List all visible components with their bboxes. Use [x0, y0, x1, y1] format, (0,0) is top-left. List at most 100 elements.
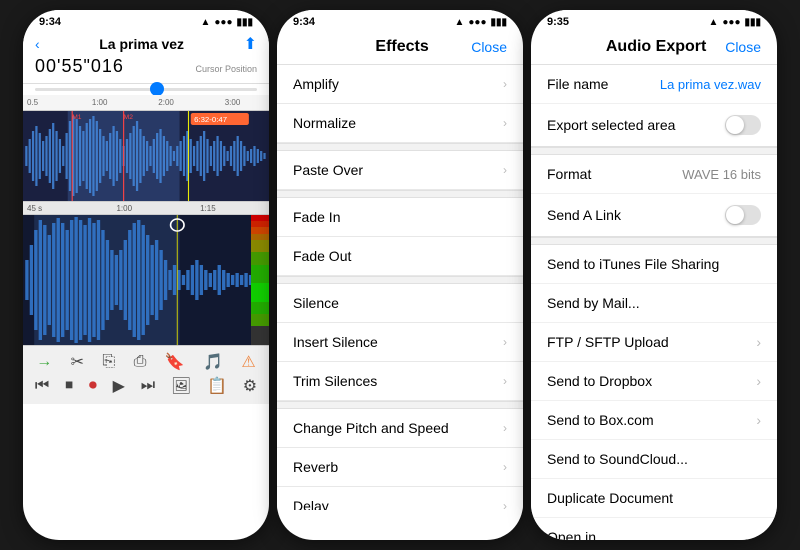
reverb-label: Reverb — [293, 459, 338, 475]
export-selected-toggle[interactable] — [725, 115, 761, 135]
export-close-button[interactable]: Close — [725, 39, 761, 55]
waveform-overview[interactable]: M1 M2 6:32-0:47 — [23, 111, 269, 201]
status-time-3: 9:35 — [547, 16, 569, 28]
effects-item-insert-silence[interactable]: Insert Silence › — [277, 323, 523, 362]
send-link-toggle[interactable] — [725, 205, 761, 225]
wifi-icon-3: ▲ — [708, 17, 718, 28]
ruler2-mark-1: 1:00 — [116, 204, 132, 213]
amplify-chevron: › — [503, 77, 507, 91]
effects-item-delay[interactable]: Delay › — [277, 487, 523, 510]
battery-icon-2: ▮▮▮ — [490, 17, 507, 28]
effects-item-amplify[interactable]: Amplify › — [277, 65, 523, 104]
list-icon[interactable]: 📋 — [207, 376, 227, 396]
action-ftp-chevron: › — [756, 334, 761, 350]
action-mail[interactable]: Send by Mail... — [531, 284, 777, 323]
status-icons-2: ▲ ●●● ▮▮▮ — [454, 17, 507, 28]
reverb-chevron: › — [503, 460, 507, 474]
effects-divider-4 — [277, 401, 523, 409]
action-dropbox-chevron: › — [756, 373, 761, 389]
ruler-mark-1: 1:00 — [92, 98, 108, 107]
action-soundcloud[interactable]: Send to SoundCloud... — [531, 440, 777, 479]
ruler2-mark-2: 1:15 — [200, 204, 216, 213]
status-bar-1: 9:34 ▲ ●●● ▮▮▮ — [23, 10, 269, 30]
cut-icon[interactable]: ✂ — [71, 352, 84, 372]
effects-item-fade-out[interactable]: Fade Out — [277, 237, 523, 276]
editor-title: La prima vez — [99, 36, 184, 52]
play-icon[interactable]: ▶ — [113, 376, 125, 396]
effects-item-change-pitch[interactable]: Change Pitch and Speed › — [277, 409, 523, 448]
ruler2-mark-0: 45 s — [27, 204, 42, 213]
delay-chevron: › — [503, 499, 507, 510]
signal-icon-3: ●●● — [722, 17, 740, 28]
phone-audio-export: 9:35 ▲ ●●● ▮▮▮ Audio Export Close File n… — [531, 10, 777, 540]
filename-value[interactable]: La prima vez.wav — [660, 77, 761, 92]
position-time: 00'55"016 — [35, 56, 124, 77]
normalize-chevron: › — [503, 116, 507, 130]
export-divider-1 — [531, 147, 777, 155]
delay-label: Delay — [293, 498, 329, 510]
effects-close-button[interactable]: Close — [471, 39, 507, 55]
filename-row: File name La prima vez.wav — [531, 65, 777, 104]
effects-item-reverb[interactable]: Reverb › — [277, 448, 523, 487]
stop-icon[interactable]: ⏹ — [65, 377, 73, 395]
action-itunes-label: Send to iTunes File Sharing — [547, 256, 719, 272]
export-header: Audio Export Close — [531, 30, 777, 65]
status-icons-1: ▲ ●●● ▮▮▮ — [200, 17, 253, 28]
back-button[interactable]: ‹ — [35, 36, 40, 52]
editor-header: ‹ La prima vez ⬆ 00'55"016 Cursor Positi… — [23, 30, 269, 84]
record-icon[interactable]: ⏺ — [89, 377, 97, 395]
effect-icon[interactable]: 🎵 — [203, 352, 223, 372]
effects-item-normalize[interactable]: Normalize › — [277, 104, 523, 143]
skip-forward-icon[interactable]: ⏭ — [141, 377, 155, 395]
scrubber-thumb[interactable] — [150, 82, 164, 96]
action-duplicate-label: Duplicate Document — [547, 490, 673, 506]
cursor-position-label: Cursor Position — [195, 64, 257, 74]
action-ftp[interactable]: FTP / SFTP Upload › — [531, 323, 777, 362]
ruler-mark-2: 2:00 — [158, 98, 174, 107]
scrubber-bar[interactable] — [35, 88, 257, 91]
effects-item-paste-over[interactable]: Paste Over › — [277, 151, 523, 190]
export-selected-row: Export selected area — [531, 104, 777, 147]
effects-item-silence[interactable]: Silence — [277, 284, 523, 323]
phone-effects: 9:34 ▲ ●●● ▮▮▮ Effects Close Amplify › N… — [277, 10, 523, 540]
image-icon[interactable]: 🖼 — [171, 376, 191, 396]
action-box-chevron: › — [756, 412, 761, 428]
battery-icon: ▮▮▮ — [236, 17, 253, 28]
effects-item-trim-silences[interactable]: Trim Silences › — [277, 362, 523, 401]
svg-text:M1: M1 — [72, 114, 82, 121]
action-dropbox[interactable]: Send to Dropbox › — [531, 362, 777, 401]
action-open-in[interactable]: Open in... — [531, 518, 777, 540]
insert-silence-label: Insert Silence — [293, 334, 378, 350]
effects-item-fade-in[interactable]: Fade In — [277, 198, 523, 237]
waveform-detail[interactable] — [23, 215, 269, 345]
toolbar-row-1: → ✂ ⎘ ⎙ 🔖 🎵 ⚠ — [27, 352, 265, 372]
ruler-mark-3: 3:00 — [225, 98, 241, 107]
action-mail-label: Send by Mail... — [547, 295, 640, 311]
ruler-mark-0: 0.5 — [27, 98, 38, 107]
format-label: Format — [547, 166, 591, 182]
settings-icon[interactable]: ⚙ — [243, 376, 257, 396]
skip-back-icon[interactable]: ⏮ — [35, 377, 49, 395]
paste-over-label: Paste Over — [293, 162, 363, 178]
paste-icon[interactable]: ⎙ — [134, 353, 147, 371]
status-bar-2: 9:34 ▲ ●●● ▮▮▮ — [277, 10, 523, 30]
share-button[interactable]: ⬆ — [244, 34, 257, 54]
filename-label: File name — [547, 76, 608, 92]
action-duplicate[interactable]: Duplicate Document — [531, 479, 777, 518]
effects-header: Effects Close — [277, 30, 523, 65]
action-ftp-label: FTP / SFTP Upload — [547, 334, 669, 350]
action-box-label: Send to Box.com — [547, 412, 654, 428]
copy-icon[interactable]: ⎘ — [102, 353, 115, 371]
action-itunes[interactable]: Send to iTunes File Sharing — [531, 245, 777, 284]
phone-waveform-editor: 9:34 ▲ ●●● ▮▮▮ ‹ La prima vez ⬆ 00'55"01… — [23, 10, 269, 540]
trim-silences-label: Trim Silences — [293, 373, 377, 389]
format-row: Format WAVE 16 bits — [531, 155, 777, 194]
warning-icon[interactable]: ⚠ — [241, 352, 255, 372]
bookmark-icon[interactable]: 🔖 — [165, 352, 185, 372]
action-box[interactable]: Send to Box.com › — [531, 401, 777, 440]
waveform-overview-svg: M1 M2 6:32-0:47 — [23, 111, 269, 201]
goto-start-icon[interactable]: → — [36, 353, 52, 371]
vu-meter — [251, 215, 269, 345]
effects-divider-2 — [277, 190, 523, 198]
export-actions-list: Send to iTunes File Sharing Send by Mail… — [531, 245, 777, 540]
